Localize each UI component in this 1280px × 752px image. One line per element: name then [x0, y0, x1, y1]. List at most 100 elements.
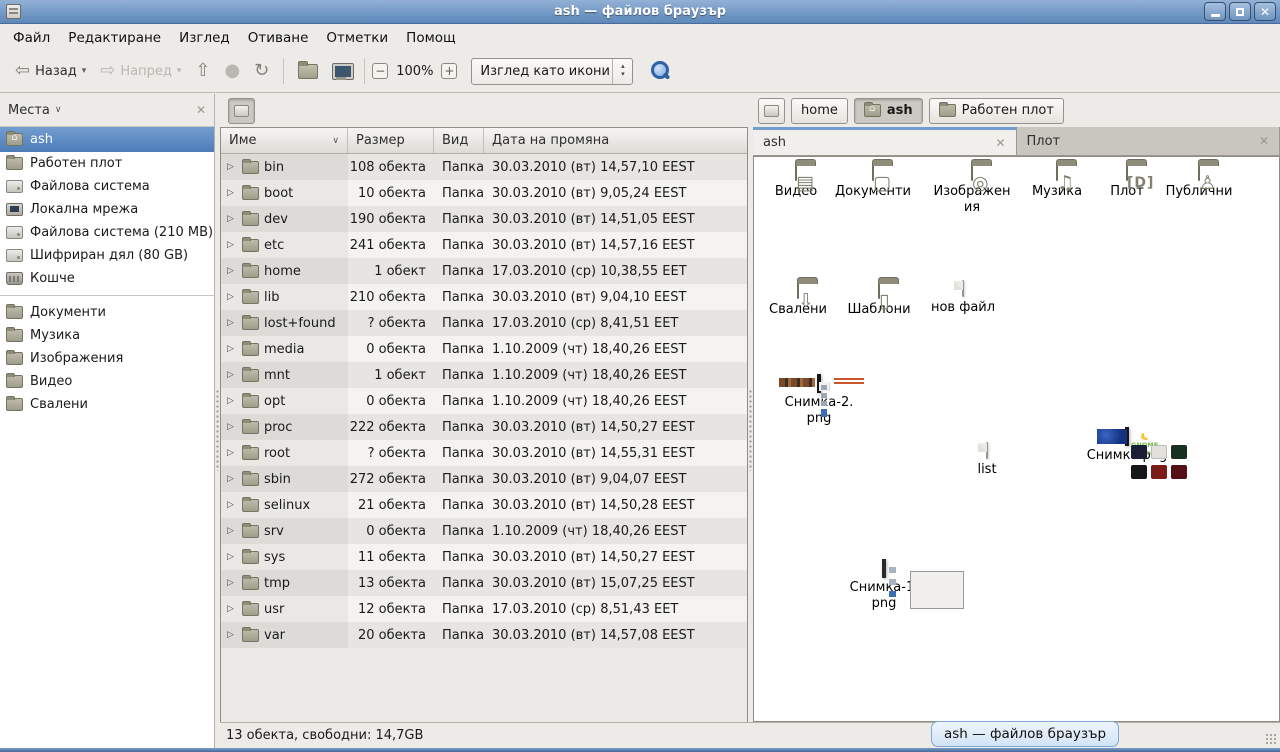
- table-row[interactable]: ▷ sys 11 обекта Папка 30.03.2010 (вт) 14…: [221, 544, 747, 570]
- expander-icon[interactable]: ▷: [227, 604, 237, 614]
- expander-icon[interactable]: ▷: [227, 214, 237, 224]
- path-desktop-button[interactable]: Работен плот: [929, 98, 1064, 124]
- menu-item[interactable]: Помощ: [397, 26, 465, 50]
- file-item-snimka-1[interactable]: Снимка-1.png: [830, 561, 938, 613]
- spinner-icon[interactable]: ▴▾: [612, 59, 632, 84]
- forward-button[interactable]: ⇨ Напред ▾: [93, 56, 188, 86]
- expander-icon[interactable]: ▷: [227, 422, 237, 432]
- folder-item-templates[interactable]: ▯ Шаблони: [837, 283, 921, 318]
- icon-view[interactable]: ▤ Видео ▢ Документи ◎ Изображения ♫: [753, 156, 1280, 722]
- sidebar-item[interactable]: Шифриран дял (80 GB): [0, 244, 214, 267]
- maximize-button[interactable]: [1229, 2, 1251, 21]
- column-header-type[interactable]: Вид: [434, 128, 484, 153]
- resize-grip-icon[interactable]: [1265, 733, 1277, 745]
- menu-item[interactable]: Изглед: [170, 26, 239, 50]
- tab-close-icon[interactable]: ✕: [995, 136, 1005, 150]
- expander-icon[interactable]: ▷: [227, 578, 237, 588]
- file-item-list[interactable]: list: [952, 443, 1022, 478]
- up-button[interactable]: ⇧: [188, 56, 217, 86]
- sidebar-item[interactable]: Видео: [0, 370, 214, 393]
- expander-icon[interactable]: ▷: [227, 240, 237, 250]
- path-current-button[interactable]: ash: [854, 98, 923, 124]
- path-home-button[interactable]: home: [791, 98, 848, 124]
- expander-icon[interactable]: ▷: [227, 526, 237, 536]
- sidebar-item[interactable]: Локална мрежа: [0, 198, 214, 221]
- pane-splitter[interactable]: [215, 94, 220, 748]
- zoom-out-button[interactable]: −: [372, 63, 388, 79]
- path-root-button[interactable]: [228, 98, 255, 124]
- sidebar-title[interactable]: Места: [8, 103, 50, 118]
- folder-item-images[interactable]: ◎ Изображения: [932, 165, 1012, 217]
- table-row[interactable]: ▷ root ? обекта Папка 30.03.2010 (вт) 14…: [221, 440, 747, 466]
- column-header-date[interactable]: Дата на промяна: [484, 128, 747, 153]
- search-icon[interactable]: [649, 60, 671, 82]
- tab-close-icon[interactable]: ✕: [1259, 134, 1269, 148]
- tab-ash[interactable]: ash ✕: [753, 127, 1017, 155]
- expander-icon[interactable]: ▷: [227, 188, 237, 198]
- folder-item-downloads[interactable]: ⇩ Свалени: [756, 283, 840, 318]
- sidebar-item[interactable]: Изображения: [0, 347, 214, 370]
- menu-item[interactable]: Редактиране: [59, 26, 170, 50]
- expander-icon[interactable]: ▷: [227, 344, 237, 354]
- expander-icon[interactable]: ▷: [227, 630, 237, 640]
- table-row[interactable]: ▷ home 1 обект Папка 17.03.2010 (ср) 10,…: [221, 258, 747, 284]
- file-item-new-file[interactable]: нов файл: [921, 281, 1005, 316]
- table-row[interactable]: ▷ bin 108 обекта Папка 30.03.2010 (вт) 1…: [221, 154, 747, 180]
- table-row[interactable]: ▷ srv 0 обекта Папка 1.10.2009 (чт) 18,4…: [221, 518, 747, 544]
- folder-item-public[interactable]: ♙ Публични: [1157, 165, 1241, 200]
- expander-icon[interactable]: ▷: [227, 370, 237, 380]
- sidebar-item[interactable]: Работен плот: [0, 152, 214, 175]
- tab-desktop[interactable]: Плот ✕: [1017, 127, 1280, 155]
- file-item-snimka[interactable]: 🦶 GNOME Store Снимка.png: [1075, 429, 1179, 464]
- reload-button[interactable]: ↻: [247, 56, 276, 86]
- file-item-snimka-2[interactable]: GUADEC Снимка-2.png: [767, 376, 871, 428]
- sidebar-item[interactable]: Файлова система (210 MB): [0, 221, 214, 244]
- expander-icon[interactable]: ▷: [227, 396, 237, 406]
- expander-icon[interactable]: ▷: [227, 318, 237, 328]
- expander-icon[interactable]: ▷: [227, 448, 237, 458]
- folder-item-documents[interactable]: ▢ Документи: [831, 165, 915, 200]
- table-row[interactable]: ▷ usr 12 обекта Папка 17.03.2010 (ср) 8,…: [221, 596, 747, 622]
- table-row[interactable]: ▷ lost+found ? обекта Папка 17.03.2010 (…: [221, 310, 747, 336]
- column-header-size[interactable]: Размер: [348, 128, 434, 153]
- expander-icon[interactable]: ▷: [227, 552, 237, 562]
- menu-item[interactable]: Файл: [4, 26, 59, 50]
- minimize-button[interactable]: [1204, 2, 1226, 21]
- home-button[interactable]: [291, 56, 325, 86]
- expander-icon[interactable]: ▷: [227, 474, 237, 484]
- expander-icon[interactable]: ▷: [227, 162, 237, 172]
- back-button[interactable]: ⇦ Назад ▾: [8, 56, 93, 86]
- sidebar-item[interactable]: Кошче: [0, 267, 214, 290]
- computer-button[interactable]: [325, 56, 357, 86]
- folder-item-video[interactable]: ▤ Видео: [754, 165, 838, 200]
- table-row[interactable]: ▷ proc 222 обекта Папка 30.03.2010 (вт) …: [221, 414, 747, 440]
- table-row[interactable]: ▷ etc 241 обекта Папка 30.03.2010 (вт) 1…: [221, 232, 747, 258]
- table-row[interactable]: ▷ boot 10 обекта Папка 30.03.2010 (вт) 9…: [221, 180, 747, 206]
- table-row[interactable]: ▷ var 20 обекта Папка 30.03.2010 (вт) 14…: [221, 622, 747, 648]
- menu-item[interactable]: Отметки: [317, 26, 397, 50]
- table-row[interactable]: ▷ sbin 272 обекта Папка 30.03.2010 (вт) …: [221, 466, 747, 492]
- path-root-button[interactable]: [758, 98, 785, 124]
- stop-button[interactable]: ●: [217, 56, 247, 86]
- view-mode-select[interactable]: Изглед като икони ▴▾: [471, 58, 633, 85]
- sidebar-close-icon[interactable]: ✕: [196, 103, 206, 117]
- sidebar-item[interactable]: Музика: [0, 324, 214, 347]
- sidebar-item[interactable]: Документи: [0, 301, 214, 324]
- table-row[interactable]: ▷ lib 210 обекта Папка 30.03.2010 (вт) 9…: [221, 284, 747, 310]
- table-row[interactable]: ▷ opt 0 обекта Папка 1.10.2009 (чт) 18,4…: [221, 388, 747, 414]
- menu-item[interactable]: Отиване: [239, 26, 318, 50]
- table-row[interactable]: ▷ mnt 1 обект Папка 1.10.2009 (чт) 18,40…: [221, 362, 747, 388]
- sidebar-item[interactable]: ash: [0, 127, 214, 152]
- expander-icon[interactable]: ▷: [227, 500, 237, 510]
- expander-icon[interactable]: ▷: [227, 266, 237, 276]
- table-row[interactable]: ▷ selinux 21 обекта Папка 30.03.2010 (вт…: [221, 492, 747, 518]
- sidebar-item[interactable]: Файлова система: [0, 175, 214, 198]
- table-row[interactable]: ▷ dev 190 обекта Папка 30.03.2010 (вт) 1…: [221, 206, 747, 232]
- table-row[interactable]: ▷ tmp 13 обекта Папка 30.03.2010 (вт) 15…: [221, 570, 747, 596]
- sidebar-item[interactable]: Свалени: [0, 393, 214, 416]
- zoom-in-button[interactable]: +: [441, 63, 457, 79]
- expander-icon[interactable]: ▷: [227, 292, 237, 302]
- column-header-name[interactable]: Име ∨: [221, 128, 348, 153]
- close-button[interactable]: ✕: [1254, 2, 1276, 21]
- table-row[interactable]: ▷ media 0 обекта Папка 1.10.2009 (чт) 18…: [221, 336, 747, 362]
